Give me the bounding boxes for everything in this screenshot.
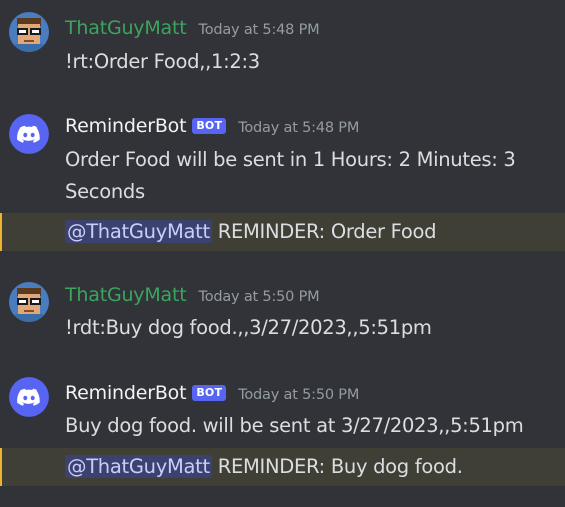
message-content: !rt:Order Food,,1:2:3 bbox=[65, 50, 260, 73]
message-content: !rdt:Buy dog food.,,3/27/2023,,5:51pm bbox=[65, 316, 432, 339]
username[interactable]: ReminderBot bbox=[65, 382, 187, 404]
message-header: ReminderBot BOT Today at 5:48 PM bbox=[65, 115, 359, 141]
mention-highlight-row: @ThatGuyMatt REMINDER: Buy dog food. bbox=[0, 448, 565, 486]
timestamp[interactable]: Today at 5:48 PM bbox=[238, 120, 359, 136]
username[interactable]: ReminderBot bbox=[65, 115, 187, 137]
bot-tag-badge: BOT bbox=[192, 385, 227, 401]
timestamp[interactable]: Today at 5:50 PM bbox=[238, 387, 359, 403]
timestamp[interactable]: Today at 5:48 PM bbox=[199, 22, 320, 38]
user-avatar-icon[interactable] bbox=[9, 282, 49, 322]
message-group: ReminderBot BOT Today at 5:50 PM Buy dog… bbox=[0, 371, 565, 451]
bot-avatar-icon[interactable] bbox=[9, 377, 49, 417]
message-content: Order Food will be sent in 1 Hours: 2 Mi… bbox=[65, 148, 516, 203]
reminder-content: @ThatGuyMatt REMINDER: Order Food bbox=[65, 216, 557, 248]
message-group: ThatGuyMatt Today at 5:48 PM !rt:Order F… bbox=[0, 0, 565, 82]
timestamp[interactable]: Today at 5:50 PM bbox=[199, 289, 320, 305]
bot-avatar-icon[interactable] bbox=[9, 114, 49, 154]
reminder-content: @ThatGuyMatt REMINDER: Buy dog food. bbox=[65, 451, 557, 483]
message-group: ThatGuyMatt Today at 5:50 PM !rdt:Buy do… bbox=[0, 271, 565, 351]
message-header: ReminderBot BOT Today at 5:50 PM bbox=[65, 382, 359, 408]
user-avatar-icon[interactable] bbox=[9, 12, 49, 52]
username[interactable]: ThatGuyMatt bbox=[65, 284, 187, 306]
user-mention[interactable]: @ThatGuyMatt bbox=[65, 220, 212, 243]
message-header: ThatGuyMatt Today at 5:50 PM bbox=[65, 284, 320, 310]
reminder-text: REMINDER: Order Food bbox=[211, 220, 437, 243]
reminder-text: REMINDER: Buy dog food. bbox=[211, 455, 463, 478]
message-header: ThatGuyMatt Today at 5:48 PM bbox=[65, 17, 320, 43]
mention-highlight-row: @ThatGuyMatt REMINDER: Order Food bbox=[0, 213, 565, 251]
user-mention[interactable]: @ThatGuyMatt bbox=[65, 455, 212, 478]
message-content: Buy dog food. will be sent at 3/27/2023,… bbox=[65, 414, 524, 437]
username[interactable]: ThatGuyMatt bbox=[65, 17, 187, 39]
bot-tag-badge: BOT bbox=[192, 118, 227, 134]
